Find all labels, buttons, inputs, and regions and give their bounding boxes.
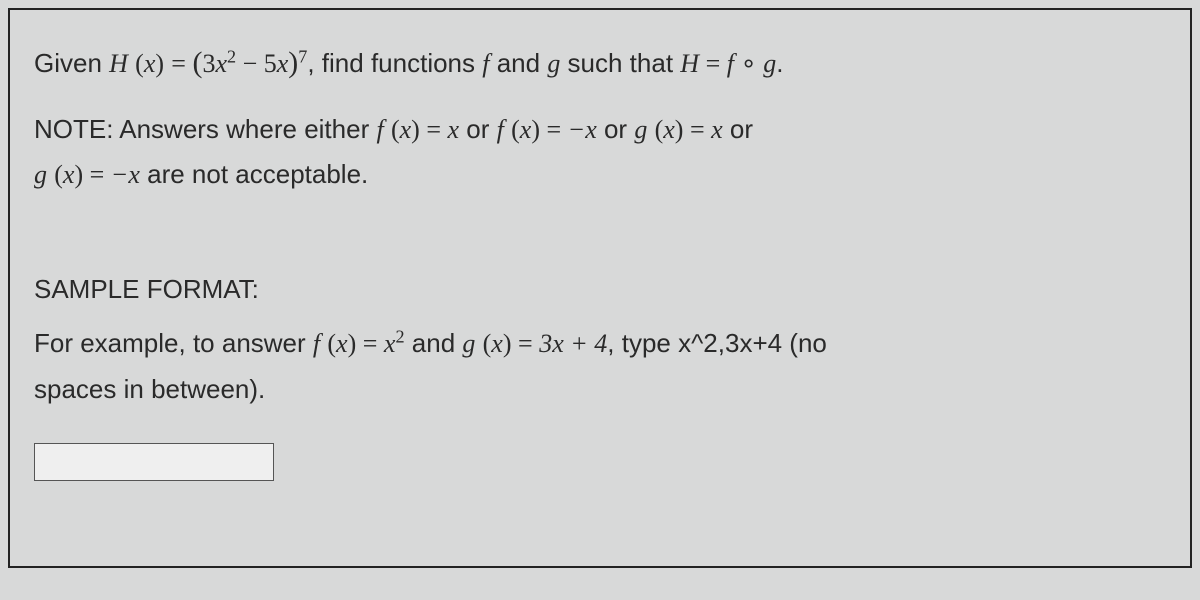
note-rp: ): [411, 115, 420, 144]
big-paren-close: ): [288, 46, 298, 79]
sample-line-2: spaces in between).: [34, 367, 1166, 411]
sample-x2: x: [491, 329, 503, 358]
sample-x: x: [336, 329, 348, 358]
note-tail: are not acceptable.: [140, 159, 368, 189]
paren-close: ): [155, 49, 164, 78]
note-f2: f: [497, 115, 504, 144]
symbol-x: x: [144, 49, 156, 78]
note-lp3: (: [655, 115, 664, 144]
sample-format-heading: SAMPLE FORMAT:: [34, 267, 1166, 311]
symbol-g: g: [547, 49, 560, 78]
symbol-g-2: g: [763, 49, 776, 78]
coef-3: 3: [202, 49, 215, 78]
sample-xsq-base: x: [384, 329, 396, 358]
note-g: g: [634, 115, 647, 144]
symbol-H-2: H: [680, 49, 699, 78]
equals-sign: =: [171, 49, 192, 78]
note-x3a: x: [663, 115, 675, 144]
sample-rp2: ): [503, 329, 512, 358]
text-find-functions: , find functions: [307, 48, 482, 78]
note-negx2: −x: [111, 160, 140, 189]
coef-5: 5: [264, 49, 277, 78]
var-x: x: [215, 49, 227, 78]
note-or3: or: [723, 114, 753, 144]
power-2: 2: [227, 46, 236, 66]
text-and: and: [489, 48, 547, 78]
note-x: x: [400, 115, 412, 144]
question-panel: Given H (x) = (3x2 − 5x)7, find function…: [8, 8, 1192, 568]
period: .: [776, 48, 783, 78]
sample-prefix: For example, to answer: [34, 328, 313, 358]
sample-and: and: [405, 328, 463, 358]
sample-eq2: =: [512, 329, 540, 358]
note-or2: or: [597, 114, 635, 144]
note-negx: −x: [568, 115, 597, 144]
sample-lp2: (: [483, 329, 492, 358]
symbol-f-2: f: [727, 49, 734, 78]
sample-g: g: [462, 329, 475, 358]
note-lp: (: [391, 115, 400, 144]
note-eq4: =: [83, 160, 111, 189]
big-paren-open: (: [192, 46, 202, 79]
problem-statement: Given H (x) = (3x2 − 5x)7, find function…: [34, 38, 1166, 89]
text-given: Given: [34, 48, 109, 78]
sample-rp: ): [348, 329, 357, 358]
note-rp2: ): [531, 115, 540, 144]
equals-sign-2: =: [699, 49, 727, 78]
sample-tail2: spaces in between).: [34, 374, 265, 404]
var-x-2: x: [277, 49, 289, 78]
note-prefix: NOTE: Answers where either: [34, 114, 376, 144]
note-x2: x: [711, 115, 723, 144]
paren-open: (: [135, 49, 144, 78]
sample-xsq-pow: 2: [395, 327, 404, 347]
sample-line-1: For example, to answer f (x) = x2 and g …: [34, 321, 1166, 366]
note-line-2: g (x) = −x are not acceptable.: [34, 152, 1166, 197]
note-x4a: x: [63, 160, 75, 189]
note-lp4: (: [54, 160, 63, 189]
sample-f: f: [313, 329, 320, 358]
note-rp4: ): [74, 160, 83, 189]
note-eq3: =: [683, 115, 711, 144]
minus-sign: −: [236, 49, 264, 78]
power-7: 7: [298, 46, 307, 66]
note-f: f: [376, 115, 383, 144]
note-x2a: x: [520, 115, 532, 144]
note-g2: g: [34, 160, 47, 189]
sample-eq: =: [356, 329, 384, 358]
note-x1: x: [448, 115, 460, 144]
note-lp2: (: [511, 115, 520, 144]
note-line-1: NOTE: Answers where either f (x) = x or …: [34, 107, 1166, 152]
sample-gexpr: 3x + 4: [539, 329, 607, 358]
note-or1: or: [459, 114, 497, 144]
symbol-H: H: [109, 49, 128, 78]
sample-tail: , type x^2,3x+4 (no: [607, 328, 827, 358]
note-eq: =: [420, 115, 448, 144]
sample-lp: (: [327, 329, 336, 358]
note-eq2: =: [540, 115, 568, 144]
compose-symbol: ∘: [734, 49, 763, 78]
answer-input[interactable]: [34, 443, 274, 481]
text-such-that: such that: [560, 48, 680, 78]
